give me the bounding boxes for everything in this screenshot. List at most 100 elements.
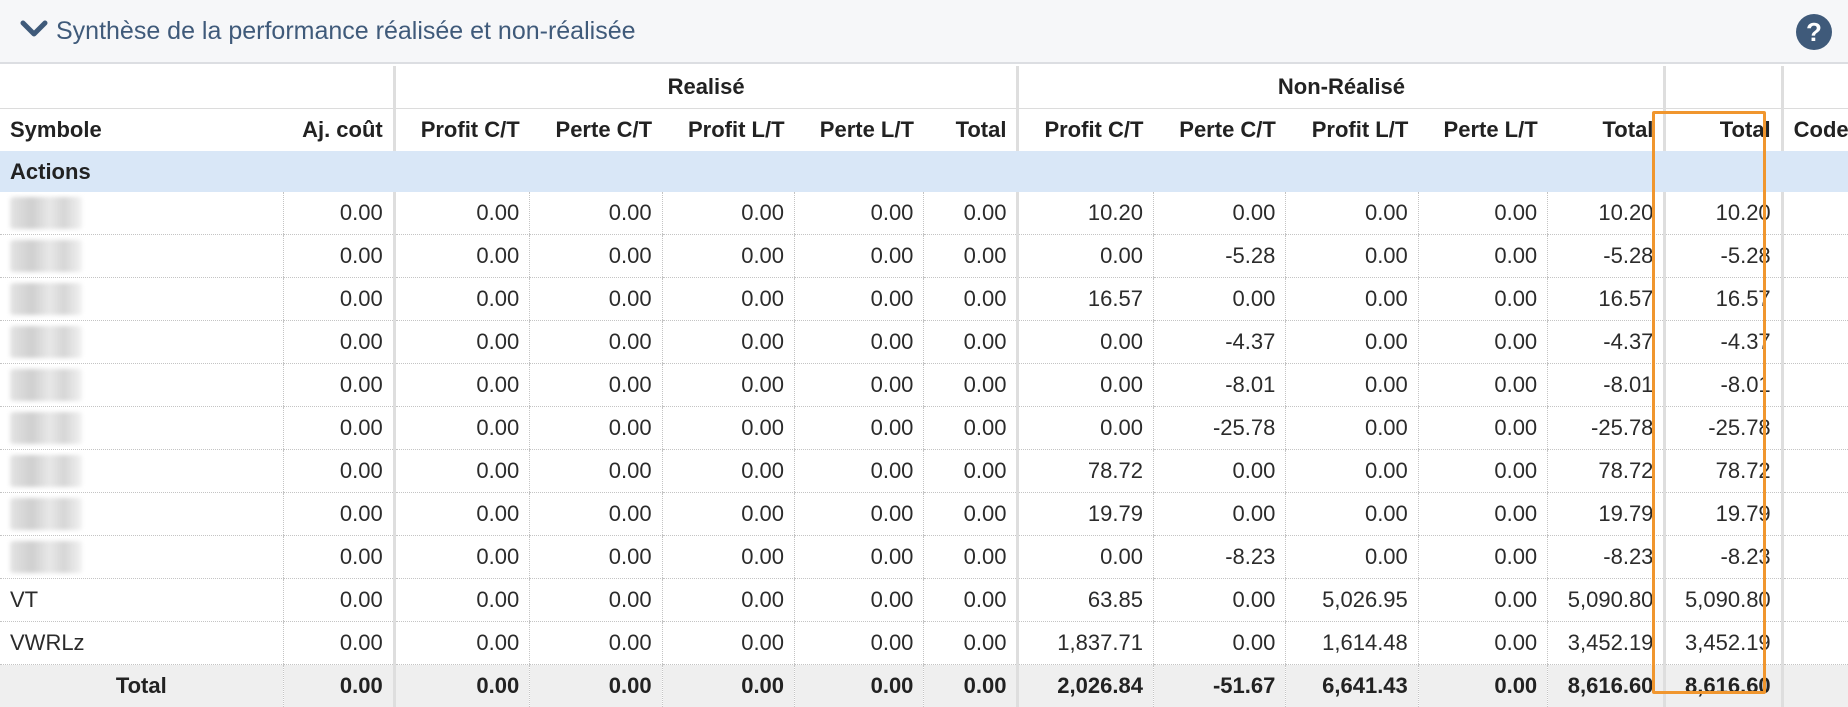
totals-realized-loss-lt: 0.00 <box>795 665 924 707</box>
table-row[interactable]: VWRLz0.000.000.000.000.000.001,837.710.0… <box>0 622 1848 665</box>
col-header-adj-cost[interactable]: Aj. coût <box>283 109 394 152</box>
totals-realized-profit-lt: 0.00 <box>662 665 794 707</box>
realized-profit-lt-cell: 0.00 <box>662 235 794 278</box>
table-row[interactable]: VT0.000.000.000.000.000.0063.850.005,026… <box>0 579 1848 622</box>
col-header-realized-profit-lt[interactable]: Profit L/T <box>662 109 794 152</box>
totals-realized-total: 0.00 <box>924 665 1018 707</box>
chevron-down-icon[interactable] <box>20 18 48 40</box>
unrealized-total-cell: 19.79 <box>1548 493 1665 536</box>
col-header-unrealized-total[interactable]: Total <box>1548 109 1665 152</box>
col-header-unrealized-profit-st[interactable]: Profit C/T <box>1018 109 1153 152</box>
realized-loss-st-cell: 0.00 <box>530 364 662 407</box>
code-cell <box>1782 536 1848 579</box>
totals-unrealized-profit-st: 2,026.84 <box>1018 665 1153 707</box>
adj-cost-cell: 0.00 <box>283 364 394 407</box>
unrealized-profit-lt-cell: 1,614.48 <box>1286 622 1418 665</box>
realized-total-cell: 0.00 <box>924 493 1018 536</box>
realized-loss-st-cell: 0.00 <box>530 278 662 321</box>
realized-total-cell: 0.00 <box>924 450 1018 493</box>
table-row[interactable]: 0.000.000.000.000.000.000.00-4.370.000.0… <box>0 321 1848 364</box>
unrealized-profit-st-cell: 78.72 <box>1018 450 1153 493</box>
unrealized-profit-lt-cell: 0.00 <box>1286 493 1418 536</box>
unrealized-profit-lt-cell: 0.00 <box>1286 192 1418 235</box>
col-header-realized-total[interactable]: Total <box>924 109 1018 152</box>
total-cell: -8.23 <box>1665 536 1782 579</box>
col-header-symbol[interactable]: Symbole <box>0 109 283 152</box>
symbol-cell <box>0 192 283 235</box>
unrealized-loss-lt-cell: 0.00 <box>1418 407 1547 450</box>
unrealized-loss-lt-cell: 0.00 <box>1418 321 1547 364</box>
performance-table: Realisé Non-Réalisé Symbole Aj. coût Pro… <box>0 66 1848 707</box>
table-row[interactable]: 0.000.000.000.000.000.0019.790.000.000.0… <box>0 493 1848 536</box>
realized-loss-lt-cell: 0.00 <box>795 493 924 536</box>
realized-profit-lt-cell: 0.00 <box>662 622 794 665</box>
table-row[interactable]: 0.000.000.000.000.000.0016.570.000.000.0… <box>0 278 1848 321</box>
unrealized-total-cell: 10.20 <box>1548 192 1665 235</box>
totals-realized-loss-st: 0.00 <box>530 665 662 707</box>
table-row[interactable]: 0.000.000.000.000.000.000.00-8.230.000.0… <box>0 536 1848 579</box>
realized-loss-lt-cell: 0.00 <box>795 364 924 407</box>
realized-loss-st-cell: 0.00 <box>530 407 662 450</box>
table-row[interactable]: 0.000.000.000.000.000.0010.200.000.000.0… <box>0 192 1848 235</box>
table-row[interactable]: 0.000.000.000.000.000.000.00-8.010.000.0… <box>0 364 1848 407</box>
unrealized-loss-st-cell: 0.00 <box>1153 192 1285 235</box>
total-cell: -8.01 <box>1665 364 1782 407</box>
realized-loss-st-cell: 0.00 <box>530 450 662 493</box>
panel-header[interactable]: Synthèse de la performance réalisée et n… <box>0 0 1848 64</box>
col-header-unrealized-loss-st[interactable]: Perte C/T <box>1153 109 1285 152</box>
unrealized-loss-lt-cell: 0.00 <box>1418 192 1547 235</box>
realized-profit-st-cell: 0.00 <box>394 407 529 450</box>
unrealized-loss-st-cell: 0.00 <box>1153 622 1285 665</box>
adj-cost-cell: 0.00 <box>283 278 394 321</box>
unrealized-total-cell: -8.23 <box>1548 536 1665 579</box>
table-row[interactable]: 0.000.000.000.000.000.000.00-25.780.000.… <box>0 407 1848 450</box>
symbol-cell <box>0 278 283 321</box>
table-row[interactable]: 0.000.000.000.000.000.0078.720.000.000.0… <box>0 450 1848 493</box>
totals-adj-cost: 0.00 <box>283 665 394 707</box>
total-cell: -5.28 <box>1665 235 1782 278</box>
total-cell: 19.79 <box>1665 493 1782 536</box>
realized-total-cell: 0.00 <box>924 192 1018 235</box>
unrealized-profit-st-cell: 63.85 <box>1018 579 1153 622</box>
col-header-realized-loss-lt[interactable]: Perte L/T <box>795 109 924 152</box>
realized-profit-lt-cell: 0.00 <box>662 321 794 364</box>
total-cell: 5,090.80 <box>1665 579 1782 622</box>
code-cell <box>1782 278 1848 321</box>
realized-profit-lt-cell: 0.00 <box>662 407 794 450</box>
code-cell <box>1782 407 1848 450</box>
realized-loss-st-cell: 0.00 <box>530 235 662 278</box>
unrealized-profit-st-cell: 0.00 <box>1018 536 1153 579</box>
col-header-total[interactable]: Total <box>1665 109 1782 152</box>
total-cell: -25.78 <box>1665 407 1782 450</box>
table-row[interactable]: 0.000.000.000.000.000.000.00-5.280.000.0… <box>0 235 1848 278</box>
col-header-code[interactable]: Code <box>1782 109 1848 152</box>
unrealized-profit-lt-cell: 0.00 <box>1286 321 1418 364</box>
unrealized-loss-lt-cell: 0.00 <box>1418 364 1547 407</box>
realized-total-cell: 0.00 <box>924 536 1018 579</box>
section-label: Actions <box>0 151 1848 192</box>
group-header-row: Realisé Non-Réalisé <box>0 66 1848 109</box>
svg-text:?: ? <box>1806 17 1822 47</box>
realized-total-cell: 0.00 <box>924 278 1018 321</box>
help-icon[interactable]: ? <box>1794 12 1834 52</box>
unrealized-profit-st-cell: 16.57 <box>1018 278 1153 321</box>
col-header-realized-profit-st[interactable]: Profit C/T <box>394 109 529 152</box>
col-header-unrealized-profit-lt[interactable]: Profit L/T <box>1286 109 1418 152</box>
totals-label: Total <box>0 665 283 707</box>
redacted-symbol <box>10 283 82 315</box>
realized-loss-lt-cell: 0.00 <box>795 278 924 321</box>
unrealized-total-cell: 16.57 <box>1548 278 1665 321</box>
group-header-total-blank <box>1665 66 1782 109</box>
realized-loss-lt-cell: 0.00 <box>795 536 924 579</box>
totals-unrealized-profit-lt: 6,641.43 <box>1286 665 1418 707</box>
code-cell <box>1782 321 1848 364</box>
adj-cost-cell: 0.00 <box>283 622 394 665</box>
unrealized-profit-lt-cell: 0.00 <box>1286 450 1418 493</box>
adj-cost-cell: 0.00 <box>283 579 394 622</box>
unrealized-profit-lt-cell: 0.00 <box>1286 364 1418 407</box>
realized-total-cell: 0.00 <box>924 235 1018 278</box>
col-header-realized-loss-st[interactable]: Perte C/T <box>530 109 662 152</box>
col-header-unrealized-loss-lt[interactable]: Perte L/T <box>1418 109 1547 152</box>
unrealized-total-cell: -8.01 <box>1548 364 1665 407</box>
redacted-symbol <box>10 498 82 530</box>
